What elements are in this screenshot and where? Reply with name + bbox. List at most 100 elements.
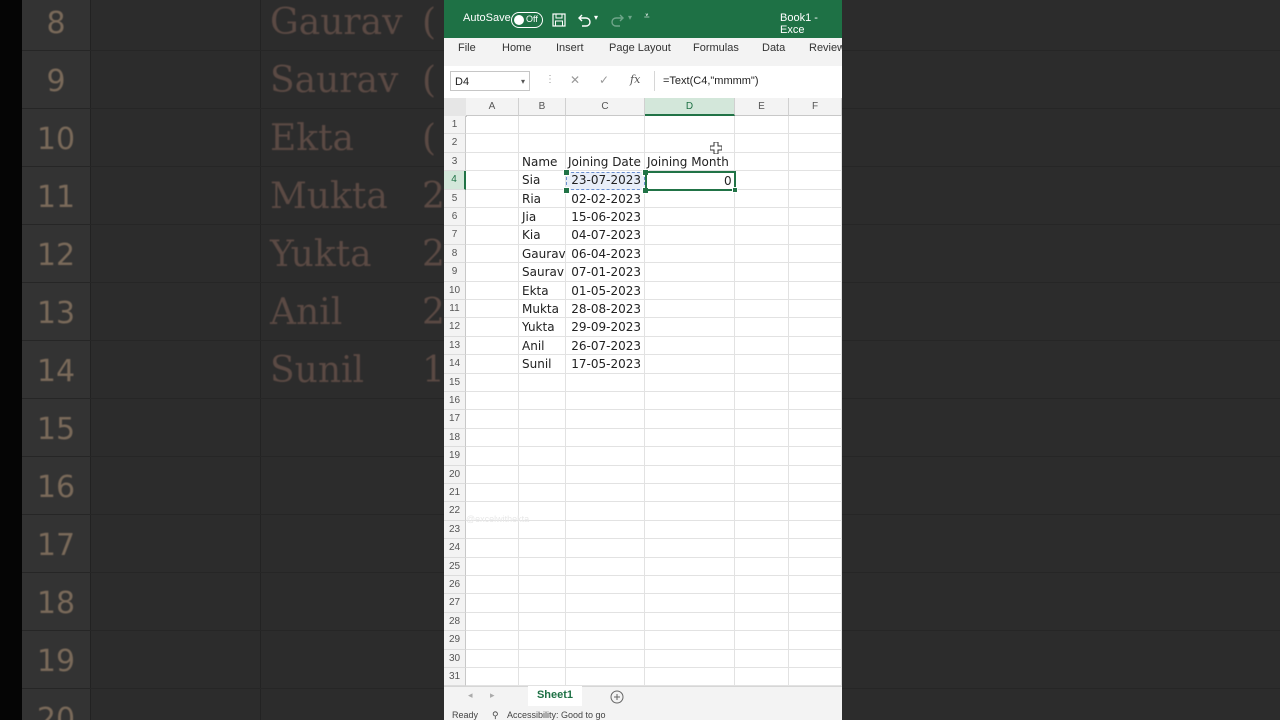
row-header-14[interactable]: 14 <box>444 355 466 374</box>
tab-formulas[interactable]: Formulas <box>693 42 739 54</box>
row-header-12[interactable]: 12 <box>444 318 466 337</box>
accessibility-icon[interactable]: ⚲ <box>492 710 499 720</box>
name-cell[interactable]: Mukta <box>522 302 559 316</box>
active-cell-d4[interactable] <box>645 171 736 191</box>
date-cell[interactable]: 23-07-2023 <box>566 173 641 187</box>
name-cell[interactable]: Ekta <box>522 284 549 298</box>
date-cell[interactable]: 29-09-2023 <box>566 320 641 334</box>
tab-page-layout[interactable]: Page Layout <box>609 42 671 54</box>
header-cell-joining-month[interactable]: Joining Month <box>647 155 729 169</box>
fill-handle[interactable] <box>732 187 738 193</box>
scroll-right-icon[interactable]: ▸ <box>490 690 495 701</box>
tab-file[interactable]: File <box>458 42 476 54</box>
name-cell[interactable]: Jia <box>522 210 536 224</box>
row-header-17[interactable]: 17 <box>444 410 466 429</box>
column-header-f[interactable]: F <box>789 98 842 116</box>
date-cell[interactable]: 07-01-2023 <box>566 265 641 279</box>
date-cell[interactable]: 15-06-2023 <box>566 210 641 224</box>
tab-data[interactable]: Data <box>762 42 785 54</box>
column-header-c[interactable]: C <box>566 98 645 116</box>
name-box-dropdown-icon[interactable]: ▾ <box>521 72 525 92</box>
scroll-left-icon[interactable]: ◂ <box>468 690 473 701</box>
name-cell[interactable]: Anil <box>522 339 544 353</box>
insert-function-icon[interactable]: fx <box>630 73 640 86</box>
name-cell[interactable]: Ria <box>522 192 541 206</box>
cancel-icon[interactable]: ✕ <box>570 73 580 87</box>
name-cell[interactable]: Sia <box>522 173 540 187</box>
row-header-19[interactable]: 19 <box>444 447 466 466</box>
row-header-23[interactable]: 23 <box>444 520 466 540</box>
bg-date-fragment: ( <box>422 118 437 159</box>
row-header-1[interactable]: 1 <box>444 116 466 135</box>
date-cell[interactable]: 04-07-2023 <box>566 228 641 242</box>
redo-dropdown-icon[interactable]: ▾ <box>628 13 632 22</box>
row-header-15[interactable]: 15 <box>444 373 466 392</box>
add-sheet-icon[interactable] <box>610 690 624 704</box>
row-header-7[interactable]: 7 <box>444 226 466 245</box>
name-box[interactable]: D4 ▾ <box>450 71 530 91</box>
redo-icon[interactable] <box>610 12 626 28</box>
undo-icon[interactable] <box>576 12 592 28</box>
column-header-a[interactable]: A <box>466 98 519 116</box>
row-header-11[interactable]: 11 <box>444 300 466 319</box>
bg-row-number: 12 <box>36 238 76 273</box>
name-cell[interactable]: Gaurav <box>522 247 566 261</box>
row-header-5[interactable]: 5 <box>444 189 466 208</box>
row-header-29[interactable]: 29 <box>444 631 466 650</box>
row-header-25[interactable]: 25 <box>444 557 466 576</box>
gridline <box>466 648 842 650</box>
row-header-10[interactable]: 10 <box>444 281 466 300</box>
gridline <box>466 299 842 300</box>
row-header-27[interactable]: 27 <box>444 594 466 613</box>
row-header-18[interactable]: 18 <box>444 428 466 448</box>
row-header-2[interactable]: 2 <box>444 134 466 153</box>
undo-dropdown-icon[interactable]: ▾ <box>594 13 598 22</box>
row-header-24[interactable]: 24 <box>444 539 466 558</box>
date-cell[interactable]: 28-08-2023 <box>566 302 641 316</box>
row-header-30[interactable]: 30 <box>444 649 466 668</box>
row-header-3[interactable]: 3 <box>444 152 466 172</box>
gridline <box>788 116 789 686</box>
tab-insert[interactable]: Insert <box>556 42 584 54</box>
row-header-8[interactable]: 8 <box>444 244 466 264</box>
name-cell[interactable]: Yukta <box>522 320 555 334</box>
row-header-26[interactable]: 26 <box>444 576 466 595</box>
name-cell[interactable]: Saurav <box>522 265 564 279</box>
row-header-4[interactable]: 4 <box>444 171 466 190</box>
name-cell[interactable]: Kia <box>522 228 541 242</box>
left-black-strip <box>0 0 22 720</box>
date-cell[interactable]: 17-05-2023 <box>566 357 641 371</box>
column-header-e[interactable]: E <box>735 98 789 116</box>
save-icon[interactable] <box>552 13 566 27</box>
more-icon: ⋮ <box>545 74 555 85</box>
formula-input[interactable]: =Text(C4,"mmmm") <box>654 71 842 91</box>
row-header-16[interactable]: 16 <box>444 392 466 411</box>
header-cell-name[interactable]: Name <box>522 155 557 169</box>
row-header-28[interactable]: 28 <box>444 612 466 632</box>
row-header-21[interactable]: 21 <box>444 484 466 503</box>
enter-icon[interactable]: ✓ <box>599 73 609 87</box>
row-header-9[interactable]: 9 <box>444 263 466 282</box>
tab-review[interactable]: Review <box>809 42 842 54</box>
sheet-tab[interactable]: Sheet1 <box>528 686 582 708</box>
autosave-toggle[interactable]: Off <box>511 12 543 28</box>
name-cell[interactable]: Sunil <box>522 357 552 371</box>
column-header-b[interactable]: B <box>519 98 566 116</box>
gridline <box>466 538 842 540</box>
date-cell[interactable]: 26-07-2023 <box>566 339 641 353</box>
customize-qat-icon[interactable]: ⩡ <box>644 11 650 22</box>
row-header-22[interactable]: 22 <box>444 502 466 521</box>
gridline <box>466 133 842 135</box>
row-header-31[interactable]: 31 <box>444 668 466 687</box>
date-cell[interactable]: 02-02-2023 <box>566 192 641 206</box>
select-all-corner[interactable] <box>444 98 467 117</box>
date-cell[interactable]: 06-04-2023 <box>566 247 641 261</box>
accessibility-status[interactable]: Accessibility: Good to go <box>507 710 606 720</box>
header-cell-joining-date[interactable]: Joining Date <box>568 155 641 169</box>
row-header-13[interactable]: 13 <box>444 336 466 356</box>
row-header-6[interactable]: 6 <box>444 208 466 227</box>
column-header-d[interactable]: D <box>645 98 735 116</box>
row-header-20[interactable]: 20 <box>444 465 466 484</box>
tab-home[interactable]: Home <box>502 42 531 54</box>
date-cell[interactable]: 01-05-2023 <box>566 284 641 298</box>
